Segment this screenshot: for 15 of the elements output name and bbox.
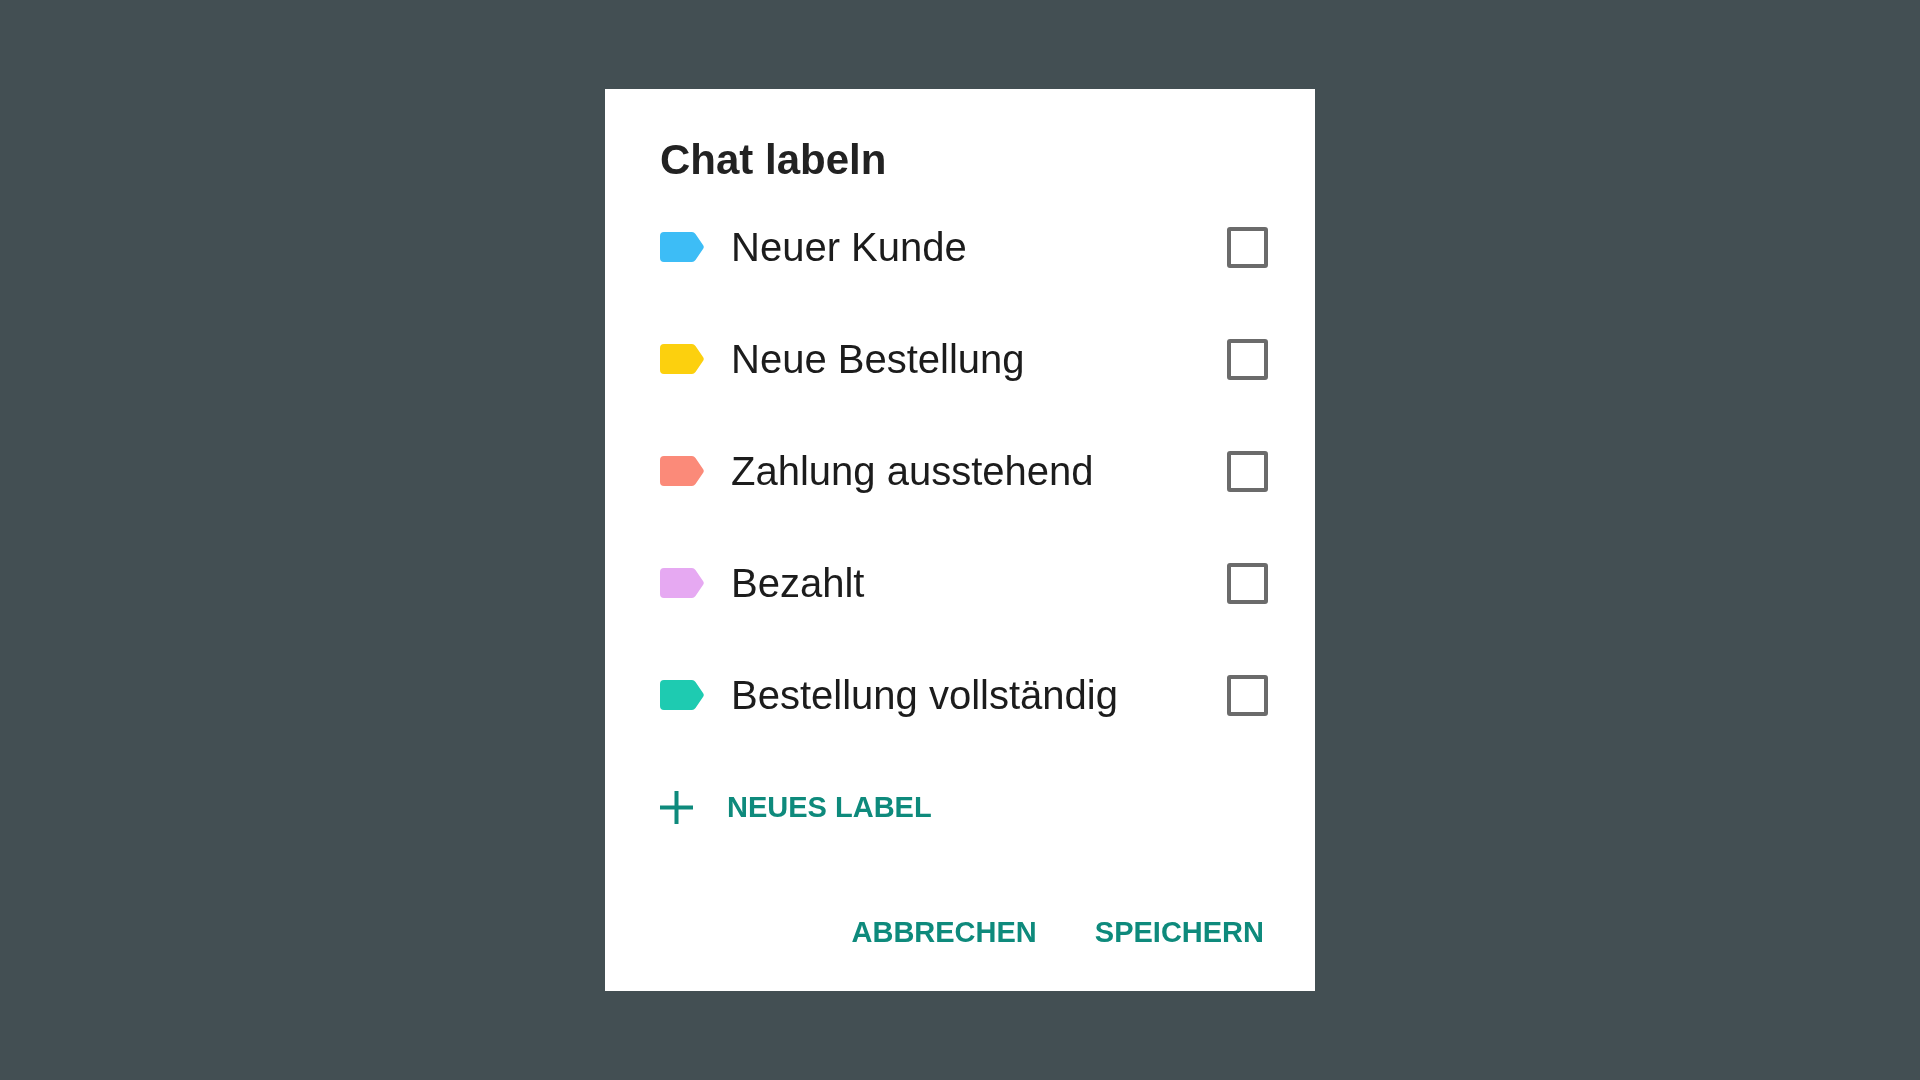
dialog-title: Chat labeln xyxy=(660,136,888,184)
checkbox[interactable] xyxy=(1227,450,1268,492)
label-name: Bestellung vollständig xyxy=(731,672,1118,719)
checkbox[interactable] xyxy=(1227,674,1268,716)
checkbox[interactable] xyxy=(1227,562,1268,604)
checkbox[interactable] xyxy=(1227,226,1268,268)
new-label-button[interactable]: NEUES LABEL xyxy=(660,787,932,827)
label-name: Neuer Kunde xyxy=(731,224,967,271)
label-name: Zahlung ausstehend xyxy=(731,448,1094,495)
dialog-button[interactable]: SPEICHERN xyxy=(1080,900,1278,964)
plus-icon xyxy=(660,790,693,824)
checkbox[interactable] xyxy=(1227,338,1268,380)
label-name: Bezahlt xyxy=(731,560,865,607)
label-name: Neue Bestellung xyxy=(731,336,1025,383)
dialog-button[interactable]: ABBRECHEN xyxy=(837,900,1051,964)
